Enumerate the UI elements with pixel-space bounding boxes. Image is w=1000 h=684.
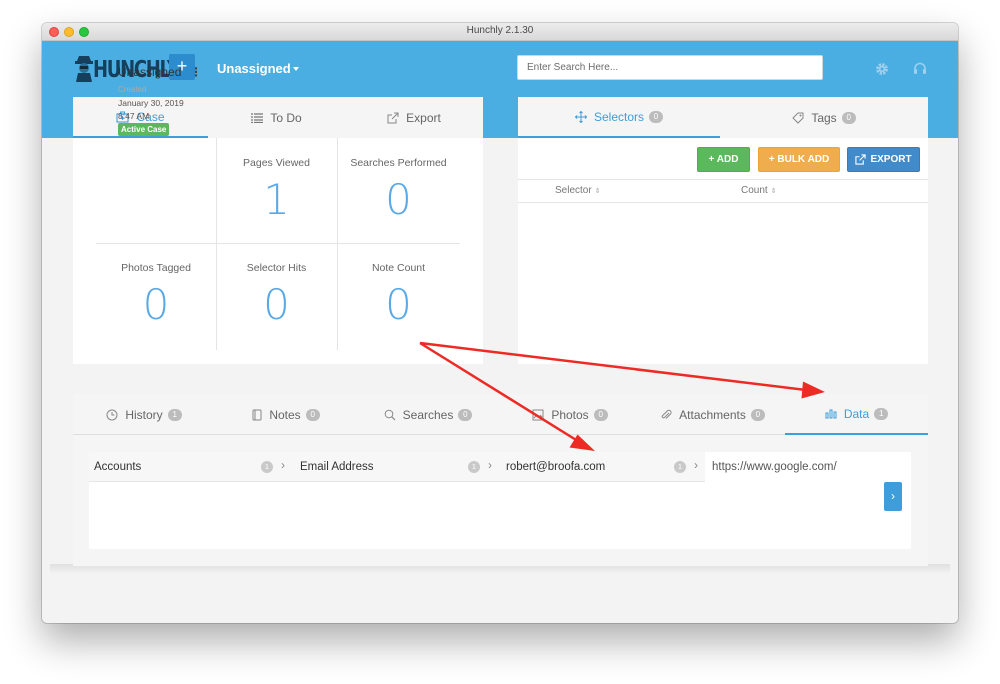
stat-value: 0 bbox=[263, 280, 290, 329]
stat-value: 0 bbox=[142, 280, 170, 329]
column-header-label: Count bbox=[741, 185, 768, 196]
clock-icon bbox=[106, 409, 118, 420]
screenshot-stage: Hunchly 2.1.30 HUNCHLY + Unassigned Ente… bbox=[0, 0, 1000, 684]
tab-searches-label: Searches bbox=[402, 407, 454, 422]
tab-attachments-label: Attachments bbox=[679, 407, 746, 422]
data-item-count: 1 bbox=[261, 461, 273, 473]
notes-count-badge: 0 bbox=[305, 408, 320, 421]
tab-data[interactable]: Data 1 bbox=[785, 394, 928, 435]
chevron-right-icon: › bbox=[694, 458, 698, 472]
selectors-count-badge: 0 bbox=[649, 110, 664, 123]
app-window: Hunchly 2.1.30 HUNCHLY + Unassigned Ente… bbox=[42, 23, 958, 623]
tab-photos-label: Photos bbox=[551, 407, 589, 422]
tab-selectors[interactable]: Selectors 0 bbox=[518, 97, 720, 138]
search-input[interactable] bbox=[517, 55, 823, 80]
tab-tags-label: Tags bbox=[811, 110, 837, 125]
tab-history[interactable]: History 1 bbox=[73, 394, 215, 435]
tab-attachments[interactable]: Attachments 0 bbox=[641, 394, 785, 435]
stat-label: Note Count bbox=[371, 262, 426, 274]
note-icon bbox=[252, 409, 262, 420]
tab-notes[interactable]: Notes 0 bbox=[215, 394, 357, 435]
search-icon bbox=[384, 409, 396, 420]
tab-data-label: Data bbox=[843, 406, 870, 421]
column-header-label: Selector bbox=[555, 185, 592, 196]
photo-icon bbox=[532, 409, 544, 420]
expand-data-button[interactable]: › bbox=[884, 482, 902, 511]
move-icon bbox=[574, 110, 587, 123]
data-item-count: 1 bbox=[468, 461, 480, 473]
tag-icon bbox=[792, 112, 804, 124]
column-header-count[interactable]: Count ⇕ bbox=[741, 185, 777, 196]
tags-count-badge: 0 bbox=[841, 111, 856, 124]
headset-icon[interactable] bbox=[913, 62, 927, 76]
data-item-count: 1 bbox=[674, 461, 686, 473]
tab-searches[interactable]: Searches 0 bbox=[357, 394, 499, 435]
add-selector-button[interactable]: + ADD bbox=[697, 147, 750, 172]
detective-icon bbox=[75, 56, 93, 82]
bottom-panel-tabs: History 1 Notes 0 Searches 0 Photos 0 At… bbox=[73, 394, 928, 435]
photos-count-badge: 0 bbox=[593, 408, 608, 421]
chevron-right-icon: › bbox=[488, 458, 492, 472]
history-count-badge: 1 bbox=[167, 408, 182, 421]
stat-value: 0 bbox=[385, 280, 412, 329]
column-header-selector[interactable]: Selector ⇕ bbox=[555, 185, 601, 196]
right-panel-tabs: Selectors 0 Tags 0 bbox=[518, 97, 928, 138]
data-item-email-value[interactable]: robert@broofa.com bbox=[506, 461, 605, 473]
chevron-right-icon: › bbox=[281, 458, 285, 472]
data-path-row bbox=[89, 452, 705, 482]
tab-selectors-label: Selectors bbox=[593, 109, 645, 124]
table-divider bbox=[518, 179, 928, 180]
bulk-add-button[interactable]: + BULK ADD bbox=[758, 147, 840, 172]
export-button-label: EXPORT bbox=[870, 154, 912, 165]
stat-label: Selector Hits bbox=[246, 262, 307, 274]
stat-label: Photos Tagged bbox=[121, 262, 191, 274]
table-divider bbox=[518, 202, 928, 203]
data-item-url[interactable]: https://www.google.com/ bbox=[712, 461, 837, 473]
tab-history-label: History bbox=[125, 407, 163, 422]
bar-chart-icon bbox=[825, 409, 837, 419]
tab-tags[interactable]: Tags 0 bbox=[720, 97, 928, 138]
data-item-email-address[interactable]: Email Address bbox=[300, 461, 374, 473]
gear-icon[interactable] bbox=[875, 62, 889, 76]
tab-notes-label: Notes bbox=[269, 407, 301, 422]
paperclip-icon bbox=[661, 409, 672, 419]
attachments-count-badge: 0 bbox=[750, 408, 765, 421]
sort-icon: ⇕ bbox=[594, 188, 601, 195]
sort-icon: ⇕ bbox=[770, 188, 777, 195]
export-selectors-button[interactable]: EXPORT bbox=[847, 147, 920, 172]
export-icon bbox=[855, 154, 867, 165]
data-item-accounts[interactable]: Accounts bbox=[94, 461, 141, 473]
searches-count-badge: 0 bbox=[458, 408, 473, 421]
tab-photos[interactable]: Photos 0 bbox=[499, 394, 641, 435]
data-count-badge: 1 bbox=[874, 407, 889, 420]
